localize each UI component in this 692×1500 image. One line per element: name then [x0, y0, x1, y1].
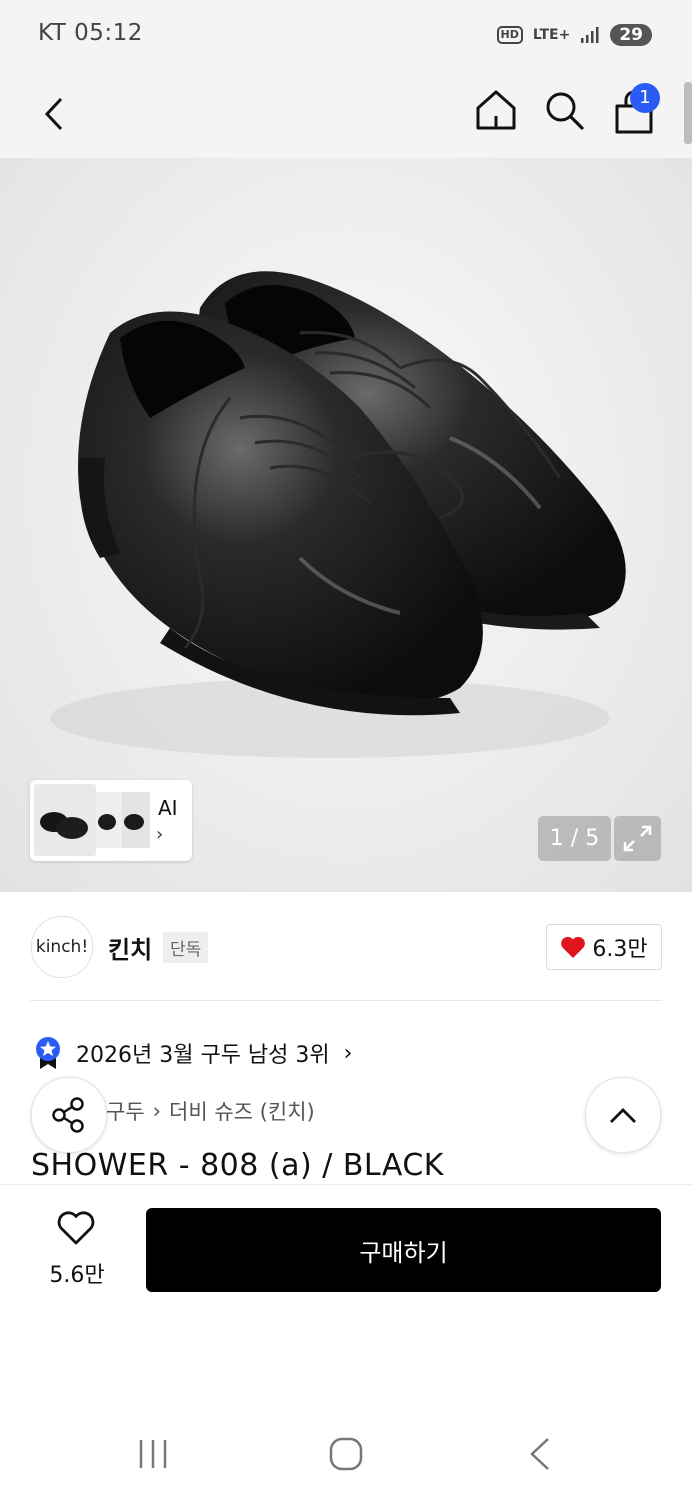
ranking-badge-icon — [36, 1037, 60, 1069]
breadcrumb-item[interactable]: 구두 — [106, 1096, 145, 1126]
brand-like-count: 6.3만 — [592, 937, 648, 962]
chevron-up-icon — [610, 1108, 636, 1123]
ai-label: AI — [158, 796, 178, 820]
recents-icon — [139, 1440, 167, 1468]
signal-icon — [581, 27, 599, 43]
ai-thumbnail-button[interactable]: AI › — [30, 780, 192, 861]
battery-indicator: 29 — [610, 24, 652, 46]
share-button[interactable] — [31, 1077, 107, 1153]
status-icons: HD LTE+ 29 — [496, 20, 652, 50]
expand-button[interactable] — [614, 816, 661, 861]
brand-logo[interactable]: kinch! — [31, 916, 93, 978]
hd-icon: HD — [496, 26, 523, 44]
top-navigation: 1 — [0, 72, 692, 158]
search-icon — [546, 92, 584, 130]
scrollbar[interactable] — [684, 82, 692, 144]
chevron-left-icon — [44, 97, 63, 131]
system-recents-button[interactable] — [136, 1438, 170, 1470]
brand-like-button[interactable]: 6.3만 — [546, 924, 662, 970]
search-button[interactable] — [540, 86, 588, 134]
divider — [30, 1000, 662, 1001]
wishlist-count: 5.6만 — [49, 1263, 105, 1288]
status-bar: KT 05:12 HD LTE+ 29 — [0, 0, 692, 72]
system-back-button[interactable] — [526, 1436, 554, 1472]
ranking-link[interactable]: 2026년 3월 구두 남성 3위 › — [34, 1036, 352, 1070]
product-image-gallery[interactable]: AI › 1 / 5 — [0, 158, 692, 892]
bottom-action-bar: 5.6만 구매하기 — [0, 1184, 692, 1315]
chevron-right-icon: › — [343, 1040, 353, 1066]
cart-count-badge: 1 — [630, 83, 660, 113]
home-icon — [476, 90, 516, 130]
thumbnail-image — [34, 784, 150, 856]
product-title: SHOWER - 808 (a) / BLACK — [31, 1148, 444, 1183]
heart-outline-icon — [57, 1211, 95, 1245]
image-counter: 1 / 5 — [538, 816, 611, 861]
breadcrumb: 구두 › 더비 슈즈 (킨치) — [106, 1096, 315, 1126]
exclusive-badge: 단독 — [163, 932, 209, 963]
heart-filled-icon — [561, 936, 586, 958]
expand-icon — [623, 825, 652, 852]
wishlist-button[interactable] — [56, 1210, 96, 1246]
breadcrumb-separator: › — [152, 1099, 162, 1123]
network-type: LTE+ — [532, 27, 571, 43]
chevron-right-icon: › — [156, 824, 164, 845]
home-button[interactable] — [472, 86, 520, 134]
home-circle-icon — [329, 1437, 363, 1471]
back-chevron-icon — [530, 1438, 549, 1470]
breadcrumb-item[interactable]: 더비 슈즈 (킨치) — [169, 1096, 315, 1126]
brand-name[interactable]: 킨치 — [108, 930, 152, 965]
scroll-top-button[interactable] — [585, 1077, 661, 1153]
back-button[interactable] — [30, 90, 78, 138]
share-icon — [52, 1097, 84, 1133]
buy-button[interactable]: 구매하기 — [146, 1208, 661, 1292]
ranking-text: 2026년 3월 구두 남성 3위 — [76, 1043, 330, 1068]
carrier-time: KT 05:12 — [38, 20, 143, 46]
system-home-button[interactable] — [328, 1436, 364, 1472]
